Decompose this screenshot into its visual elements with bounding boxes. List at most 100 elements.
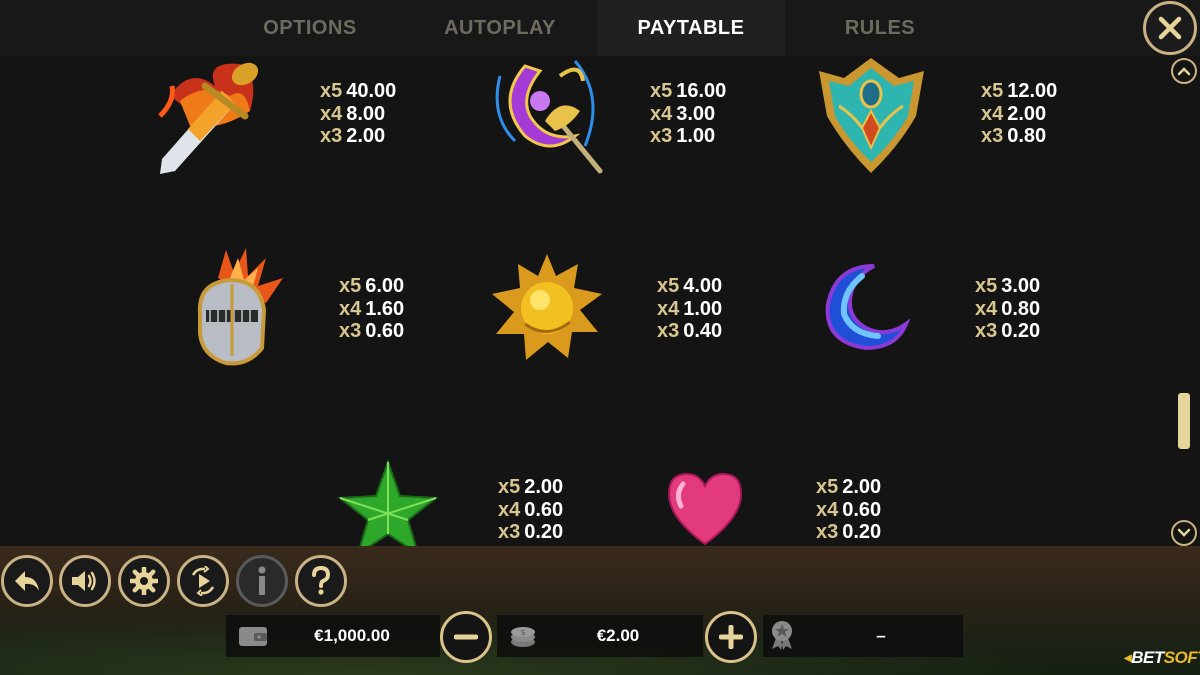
tab-paytable[interactable]: PAYTABLE (597, 0, 785, 56)
tab-autoplay[interactable]: AUTOPLAY (410, 0, 590, 56)
payout-value: 0.20 (842, 521, 882, 543)
payout-row: x5 3.00 (975, 275, 1040, 298)
payout-row: x4 3.00 (650, 103, 726, 126)
bet-panel: $ €2.00 (497, 615, 703, 657)
payout-multiplier: x5 (975, 275, 998, 297)
payout-value: 40.00 (346, 80, 397, 102)
payout-value: 0.80 (1007, 125, 1047, 147)
payout-row: x4 2.00 (981, 103, 1057, 126)
tab-bar: OPTIONS AUTOPLAY PAYTABLE RULES (0, 0, 1200, 56)
gear-icon (130, 567, 158, 595)
brand-text-soft: SOFT (1163, 648, 1200, 667)
bet-value: €2.00 (596, 626, 640, 645)
payout-multiplier: x4 (650, 102, 673, 125)
autoplay-icon (191, 566, 215, 596)
payout-multiplier: x4 (981, 102, 1004, 125)
brand-left-triangle: ◀ (1124, 652, 1132, 664)
paytable-content: x5 40.00 x4 8.00 x3 2.00 x5 16.00 x4 3.00 x3 1… (0, 56, 1168, 546)
payout-row: x5 40.00 (320, 80, 396, 103)
pink-heart-icon (665, 470, 745, 546)
payout-row: x3 0.20 (975, 320, 1040, 343)
scroll-down-button[interactable] (1171, 520, 1197, 546)
win-panel: – (763, 615, 963, 657)
autoplay-button[interactable] (177, 555, 229, 607)
payout-value: 0.60 (842, 498, 882, 521)
sun-icon (490, 254, 605, 362)
payout-multiplier: x5 (498, 476, 521, 498)
payout-row: x4 1.00 (657, 298, 722, 321)
payout-row: x4 0.60 (816, 499, 881, 522)
help-button[interactable] (295, 555, 347, 607)
minus-icon (454, 634, 478, 640)
payout-multiplier: x3 (320, 125, 343, 147)
payout-value: 8.00 (346, 102, 386, 125)
payout-list: x5 3.00 x4 0.80 x3 0.20 (975, 275, 1040, 343)
payout-list: x5 2.00 x4 0.60 x3 0.20 (816, 476, 881, 544)
crescent-moon-icon (822, 262, 912, 352)
scroll-thumb[interactable] (1178, 393, 1190, 449)
payout-multiplier: x4 (657, 297, 680, 320)
payout-value: 0.60 (524, 498, 564, 521)
payout-value: 6.00 (365, 275, 405, 297)
payout-multiplier: x5 (320, 80, 343, 102)
chevron-up-icon (1177, 67, 1191, 76)
payout-multiplier: x3 (339, 320, 362, 342)
payout-value: 3.00 (676, 102, 716, 125)
wallet-icon (239, 627, 267, 646)
payout-value: 2.00 (346, 125, 386, 147)
payout-value: 1.00 (683, 297, 723, 320)
payout-row: x4 8.00 (320, 103, 396, 126)
payout-multiplier: x4 (320, 102, 343, 125)
payout-row: x3 1.00 (650, 125, 726, 148)
increase-bet-button[interactable] (705, 611, 757, 663)
scroll-up-button[interactable] (1171, 58, 1197, 84)
award-icon (772, 621, 792, 650)
knight-helmet-icon (188, 248, 288, 370)
payout-list: x5 16.00 x4 3.00 x3 1.00 (650, 80, 726, 148)
payout-multiplier: x3 (975, 320, 998, 342)
payout-row: x5 4.00 (657, 275, 722, 298)
payout-row: x3 0.60 (339, 320, 404, 343)
decrease-bet-button[interactable] (440, 611, 492, 663)
payout-multiplier: x4 (816, 498, 839, 521)
payout-value: 0.20 (524, 521, 564, 543)
tab-rules[interactable]: RULES (790, 0, 970, 56)
payout-value: 4.00 (683, 275, 723, 297)
green-star-icon (337, 458, 439, 546)
payout-value: 2.00 (1007, 102, 1047, 125)
payout-value: 2.00 (524, 476, 564, 498)
close-button[interactable] (1143, 1, 1197, 55)
settings-button[interactable] (118, 555, 170, 607)
info-button[interactable] (236, 555, 288, 607)
tab-options[interactable]: OPTIONS (220, 0, 400, 56)
payout-multiplier: x3 (650, 125, 673, 147)
info-icon (258, 566, 266, 595)
balance-value: €1,000.00 (314, 626, 390, 645)
payout-value: 1.60 (365, 297, 405, 320)
moon-staff-icon (485, 56, 610, 181)
payout-multiplier: x5 (816, 476, 839, 498)
brand-text-bet: BET (1131, 648, 1164, 667)
payout-row: x3 0.20 (498, 521, 563, 544)
payout-row: x4 1.60 (339, 298, 404, 321)
sound-button[interactable] (59, 555, 111, 607)
payout-value: 2.00 (842, 476, 882, 498)
balance-panel: €1,000.00 (226, 615, 440, 657)
payout-multiplier: x3 (498, 521, 521, 543)
svg-text:$: $ (520, 628, 525, 637)
payout-list: x5 40.00 x4 8.00 x3 2.00 (320, 80, 396, 148)
payout-row: x3 0.20 (816, 521, 881, 544)
payout-value: 0.80 (1001, 297, 1041, 320)
payout-value: 12.00 (1007, 80, 1058, 102)
payout-value: 0.20 (1001, 320, 1041, 342)
scroll-track[interactable] (1178, 90, 1190, 514)
shield-icon (814, 56, 929, 176)
payout-row: x5 16.00 (650, 80, 726, 103)
back-button[interactable] (1, 555, 53, 607)
betsoft-logo: ◀ BET SOFT ▶ (1124, 645, 1200, 671)
payout-row: x4 0.80 (975, 298, 1040, 321)
payout-row: x5 2.00 (816, 476, 881, 499)
flaming-sword-icon (150, 56, 280, 181)
back-icon (15, 571, 39, 591)
payout-multiplier: x3 (981, 125, 1004, 147)
